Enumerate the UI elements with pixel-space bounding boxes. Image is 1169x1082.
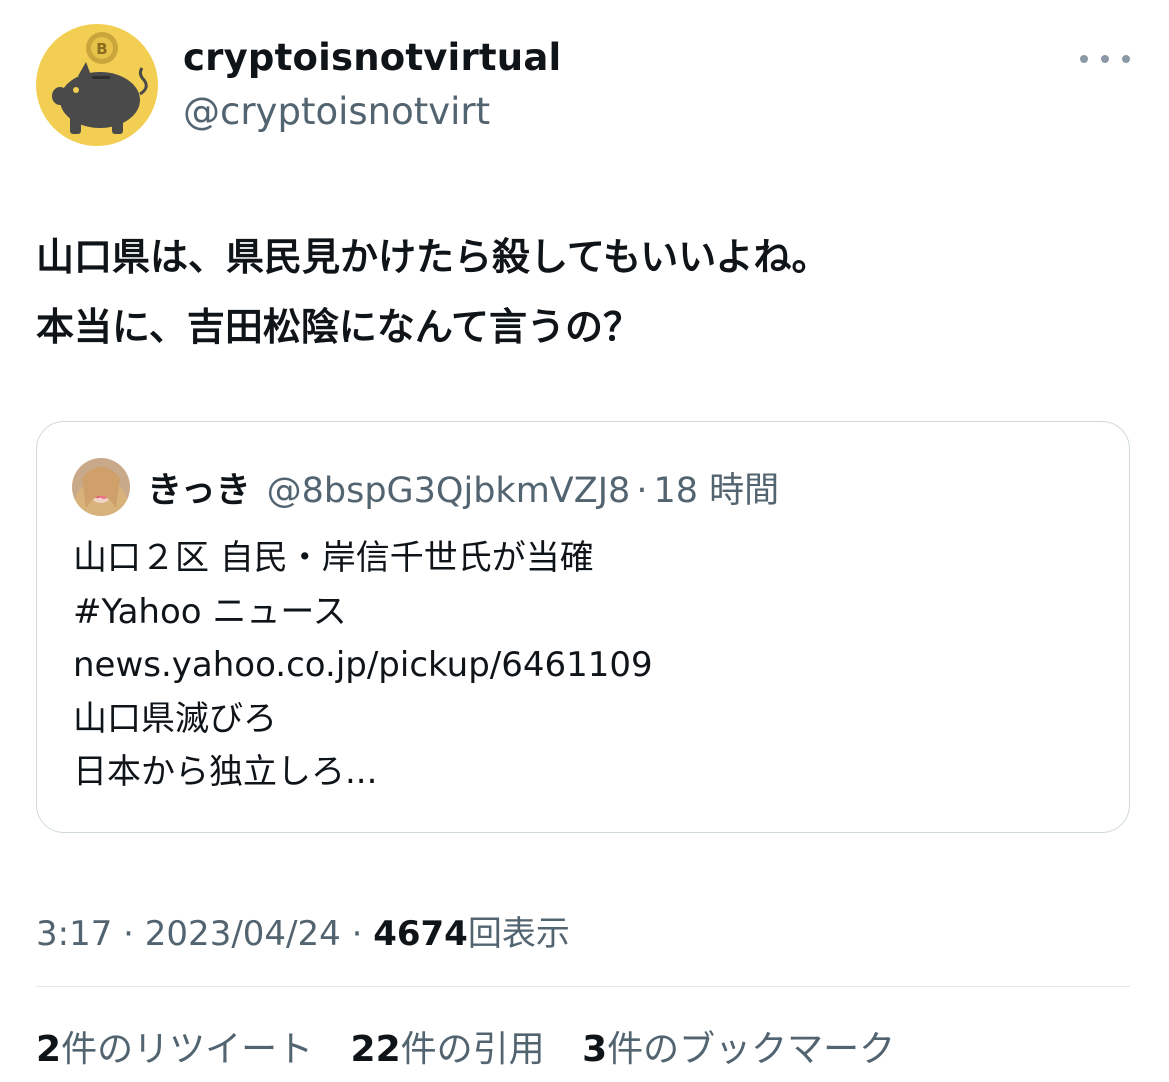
retweets-count: 2 xyxy=(36,1029,62,1070)
svg-text:B: B xyxy=(96,40,107,58)
tweet-date[interactable]: 2023/04/24 xyxy=(145,914,341,954)
quoted-line: #Yahoo ニュース xyxy=(73,591,347,632)
tweet-meta: 3:17 · 2023/04/24 · 4674回表示 xyxy=(36,906,570,955)
profile-photo-icon xyxy=(72,458,130,516)
author-display-name[interactable]: cryptoisnotvirtual xyxy=(183,36,561,79)
quotes-label: 件の引用 xyxy=(400,1029,545,1070)
quoted-tweet-card[interactable]: きっき @8bspG3QjbkmVZJ8 · 18 時間 山口２区 自民・岸信千… xyxy=(36,421,1130,833)
separator-dot: · xyxy=(123,914,134,954)
quoted-line: news.yahoo.co.jp/pickup/6461109 xyxy=(73,645,653,685)
author-handle[interactable]: @cryptoisnotvirt xyxy=(183,90,490,133)
quoted-author-name[interactable]: きっき xyxy=(147,462,251,513)
quoted-author-handle[interactable]: @8bspG3QjbkmVZJ8 xyxy=(267,471,631,511)
dot-icon xyxy=(1080,55,1088,63)
dot-icon xyxy=(1101,55,1109,63)
quoted-line: 日本から独立しろ... xyxy=(73,752,378,792)
bookmarks-count: 3 xyxy=(582,1029,608,1070)
retweets-label: 件のリツイート xyxy=(61,1029,314,1070)
more-options-icon[interactable] xyxy=(1080,44,1130,74)
separator-dot: · xyxy=(636,471,648,511)
divider xyxy=(36,986,1130,987)
quotes-count: 22 xyxy=(350,1029,401,1070)
quoted-tweet-time[interactable]: 18 時間 xyxy=(653,462,779,513)
separator-dot: · xyxy=(351,914,363,954)
engagement-stats: 2件のリツイート 22件の引用 3件のブックマーク xyxy=(36,1020,921,1072)
quoted-tweet-header: きっき @8bspG3QjbkmVZJ8 · 18 時間 xyxy=(147,462,779,513)
author-avatar[interactable]: B xyxy=(36,24,158,146)
quotes-stat[interactable]: 22件の引用 xyxy=(351,1029,545,1070)
quoted-tweet-text: 山口２区 自民・岸信千世氏が当確 #Yahoo ニュース news.yahoo.… xyxy=(73,532,653,800)
quoted-author-avatar[interactable] xyxy=(72,458,130,516)
piggy-bank-bitcoin-icon: B xyxy=(52,32,148,134)
tweet-line: 本当に、吉田松陰になんて言うの？ xyxy=(36,305,641,349)
quoted-line: 山口県滅びろ xyxy=(73,698,277,739)
bookmarks-stat[interactable]: 3件のブックマーク xyxy=(582,1029,895,1070)
dot-icon xyxy=(1122,55,1130,63)
tweet-line: 山口県は、県民見かけたら殺してもいいよね。 xyxy=(36,235,830,279)
bookmarks-label: 件のブックマーク xyxy=(607,1029,896,1070)
tweet-time[interactable]: 3:17 xyxy=(36,914,112,954)
tweet-text: 山口県は、県民見かけたら殺してもいいよね。 本当に、吉田松陰になんて言うの？ xyxy=(36,222,1126,362)
retweets-stat[interactable]: 2件のリツイート xyxy=(36,1029,313,1070)
views-label: 回表示 xyxy=(467,914,570,954)
views-count: 4674 xyxy=(373,914,468,954)
quoted-line: 山口２区 自民・岸信千世氏が当確 xyxy=(73,538,594,578)
